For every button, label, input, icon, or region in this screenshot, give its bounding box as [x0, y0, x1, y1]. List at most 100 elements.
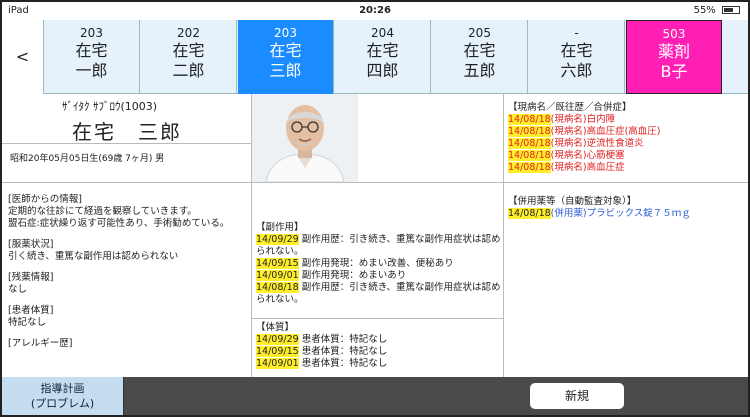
constitution-body: 特記なし	[8, 317, 47, 328]
med-status-body: 引く続き、重篤な副作用は認められない	[8, 251, 179, 262]
patient-name: 在宅 三郎	[72, 120, 182, 144]
disease-entry: 14/08/18(現病名)逆流性食道炎	[508, 138, 746, 150]
entry-date: 14/08/18	[256, 282, 299, 293]
patient-surname: 在宅	[366, 41, 399, 60]
patient-surname: 在宅	[463, 41, 496, 60]
patient-info-column: ｻﾞｲﾀｸ ｻﾌﾞﾛｳ(1003) 在宅 三郎 昭和20年05月05日生(69歳…	[2, 94, 252, 377]
entry-text: (現病名)高血圧症(高血圧)	[550, 126, 661, 137]
constitution-entry: 14/09/29 患者体質：特記なし	[256, 334, 502, 346]
patient-tab-1[interactable]: 203 在宅 一郎	[44, 20, 140, 94]
room-number: 202	[177, 26, 200, 40]
entry-date: 14/09/15	[256, 258, 299, 269]
entry-date: 14/08/18	[508, 126, 551, 137]
bottom-toolbar: 指導計画 (プロブレム) 新規	[2, 377, 748, 415]
patient-photo[interactable]	[252, 94, 358, 182]
entry-date: 14/09/15	[256, 346, 299, 357]
entry-text: (併用薬)プラビックス錠７５ｍｇ	[550, 208, 691, 219]
plan-label-1: 指導計画	[40, 382, 85, 395]
app-frame: iPad 20:26 55% < 203 在宅 一郎 202 在宅 二郎 203…	[0, 0, 750, 417]
divider	[504, 182, 748, 183]
room-number: -	[574, 26, 579, 40]
leftover-body: なし	[8, 284, 28, 295]
clinical-info: [医師からの情報] 定期的な往診にて経過を観察していきます。 盟石症:症状繰り返…	[8, 194, 248, 350]
disease-entry: 14/08/18(現病名)高血圧症	[508, 162, 746, 174]
entry-date: 14/08/18	[508, 150, 551, 161]
constitution-history: 【体質】 14/09/29 患者体質：特記なし 14/09/15 患者体質：特記…	[256, 322, 502, 370]
patient-surname: 在宅	[172, 41, 205, 60]
disease-title: 【現病名／既往歴／合併症】	[508, 102, 632, 113]
battery-indicator: 55%	[694, 5, 740, 16]
disease-entry: 14/08/18(現病名)高血圧症(高血圧)	[508, 126, 746, 138]
new-button[interactable]: 新規	[530, 383, 624, 409]
entry-text: 患者体質：特記なし	[301, 346, 388, 357]
divider	[2, 182, 252, 183]
entry-date: 14/09/29	[256, 334, 299, 345]
constitution-entry: 14/09/15 患者体質：特記なし	[256, 346, 502, 358]
room-number: 204	[371, 26, 394, 40]
disease-column: 【現病名／既往歴／合併症】 14/08/18(現病名)白内障 14/08/18(…	[504, 94, 748, 377]
disease-entry: 14/08/18(現病名)心筋梗塞	[508, 150, 746, 162]
room-number: 203	[274, 26, 297, 40]
patient-given-name: 四郎	[366, 61, 399, 80]
side-effect-title: 【副作用】	[256, 222, 304, 233]
concomitant-title: 【併用薬等（自動監査対象）】	[508, 196, 637, 207]
status-bar: iPad 20:26 55%	[2, 2, 748, 20]
patient-tab-2[interactable]: 202 在宅 二郎	[141, 20, 237, 94]
battery-icon	[722, 6, 740, 14]
allergy-title: [アレルギー歴]	[8, 338, 73, 349]
patient-given-name: 六郎	[560, 61, 593, 80]
entry-text: (現病名)逆流性食道炎	[550, 138, 644, 149]
patient-dob: 昭和20年05月05日生(69歳 7ヶ月) 男	[10, 154, 165, 164]
patient-given-name: 二郎	[172, 61, 205, 80]
divider	[252, 318, 504, 319]
side-effect-entry: 14/08/18 副作用歴：引き続き、重篤な副作用症状は認められない。	[256, 282, 502, 306]
clock: 20:26	[359, 5, 391, 16]
history-column: 【副作用】 14/09/29 副作用歴：引き続き、重篤な副作用症状は認められない…	[252, 94, 504, 377]
room-number: 203	[80, 26, 103, 40]
entry-date: 14/09/29	[256, 234, 299, 245]
pharmacist-line2: B子	[660, 62, 688, 81]
side-effect-entry: 14/09/01 副作用発現：めまいあり	[256, 270, 502, 282]
disease-history: 【現病名／既往歴／合併症】 14/08/18(現病名)白内障 14/08/18(…	[508, 102, 746, 174]
entry-text: 副作用発現：めまい改善、便秘あり	[301, 258, 454, 269]
patient-surname: 在宅	[269, 41, 302, 60]
entry-text: 患者体質：特記なし	[301, 358, 388, 369]
doctor-info-title: [医師からの情報]	[8, 194, 82, 205]
guidance-plan-button[interactable]: 指導計画 (プロブレム)	[2, 377, 124, 415]
entry-date: 14/09/01	[256, 270, 299, 281]
back-button[interactable]: <	[2, 20, 44, 94]
disease-entry: 14/08/18(現病名)白内障	[508, 114, 746, 126]
constitution-entry: 14/09/01 患者体質：特記なし	[256, 358, 502, 370]
doctor-info-body-1: 定期的な往診にて経過を観察していきます。	[8, 206, 197, 217]
patient-tab-6[interactable]: - 在宅 六郎	[529, 20, 625, 94]
patient-tab-3-active[interactable]: 203 在宅 三郎	[238, 20, 334, 94]
entry-text: (現病名)心筋梗塞	[550, 150, 625, 161]
side-effect-entry: 14/09/29 副作用歴：引き続き、重篤な副作用症状は認められない。	[256, 234, 502, 258]
battery-percent: 55%	[693, 5, 716, 16]
entry-text: (現病名)高血圧症	[550, 162, 625, 173]
side-effect-entry: 14/09/15 副作用発現：めまい改善、便秘あり	[256, 258, 502, 270]
pharmacist-tab[interactable]: 503 薬剤 B子	[626, 20, 722, 94]
patient-tab-4[interactable]: 204 在宅 四郎	[335, 20, 431, 94]
pharmacist-line1: 薬剤	[657, 42, 690, 61]
patient-tab-5[interactable]: 205 在宅 五郎	[432, 20, 528, 94]
room-number: 503	[662, 27, 686, 41]
entry-date: 14/08/18	[508, 138, 551, 149]
patient-tabs: < 203 在宅 一郎 202 在宅 二郎 203 在宅 三郎 204 在宅 四…	[2, 20, 748, 94]
concomitant-drugs: 【併用薬等（自動監査対象）】 14/08/18(併用薬)プラビックス錠７５ｍｇ	[508, 196, 746, 220]
concomitant-entry: 14/08/18(併用薬)プラビックス錠７５ｍｇ	[508, 208, 746, 220]
patient-surname: 在宅	[75, 41, 108, 60]
divider	[2, 143, 252, 144]
med-status-title: [服薬状況]	[8, 239, 54, 250]
patient-given-name: 五郎	[463, 61, 496, 80]
entry-text: 副作用発現：めまいあり	[301, 270, 407, 281]
side-effect-history: 【副作用】 14/09/29 副作用歴：引き続き、重篤な副作用症状は認められない…	[256, 222, 502, 306]
room-number: 205	[468, 26, 491, 40]
entry-date: 14/08/18	[508, 208, 551, 219]
entry-text: (現病名)白内障	[550, 114, 616, 125]
constitution-title: [患者体質]	[8, 305, 54, 316]
patient-kana: ｻﾞｲﾀｸ ｻﾌﾞﾛｳ(1003)	[62, 100, 158, 113]
plan-label-2: (プロブレム)	[30, 397, 95, 410]
patient-given-name: 一郎	[75, 61, 108, 80]
patient-given-name: 三郎	[269, 61, 302, 80]
